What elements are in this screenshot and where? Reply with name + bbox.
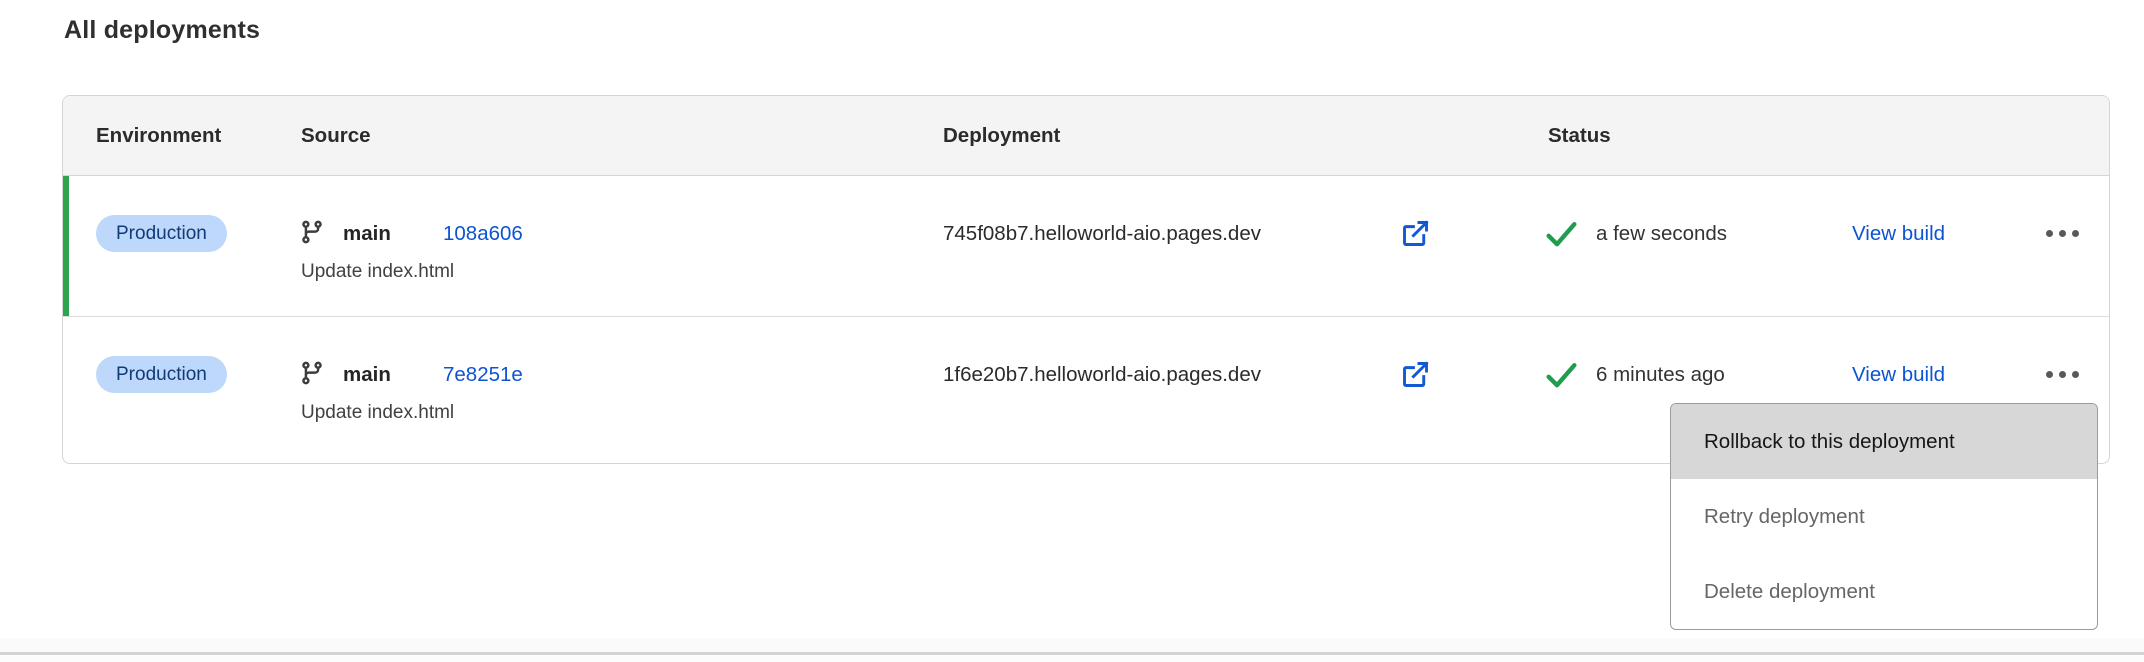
branch-name: main — [343, 215, 391, 252]
ellipsis-menu-icon[interactable] — [2035, 356, 2089, 393]
table-row: Production main 108a606 Update index.htm… — [63, 176, 2109, 316]
dot — [2072, 371, 2079, 378]
next-section-edge — [0, 655, 2144, 662]
check-success-icon — [1546, 221, 1577, 248]
view-build-link[interactable]: View build — [1852, 215, 1945, 252]
branch-name: main — [343, 356, 391, 393]
menu-item-delete[interactable]: Delete deployment — [1671, 554, 2097, 629]
current-deployment-indicator — [63, 176, 69, 316]
column-header-deployment: Deployment — [943, 96, 1060, 175]
status-time: 6 minutes ago — [1596, 356, 1725, 393]
ellipsis-menu-icon[interactable] — [2035, 215, 2089, 252]
deployment-url: 745f08b7.helloworld-aio.pages.dev — [943, 215, 1261, 252]
table-header-row: Environment Source Deployment Status — [63, 96, 2109, 176]
column-header-environment: Environment — [96, 96, 221, 175]
environment-badge: Production — [96, 215, 227, 252]
dot — [2059, 230, 2066, 237]
dot — [2059, 371, 2066, 378]
commit-message: Update index.html — [301, 258, 454, 286]
dot — [2046, 230, 2053, 237]
check-success-icon — [1546, 362, 1577, 389]
external-link-icon[interactable] — [1399, 358, 1432, 391]
git-branch-icon — [299, 219, 325, 245]
section-divider-band — [0, 638, 2144, 652]
environment-badge: Production — [96, 356, 227, 393]
status-time: a few seconds — [1596, 215, 1727, 252]
commit-message: Update index.html — [301, 399, 454, 427]
deployment-url: 1f6e20b7.helloworld-aio.pages.dev — [943, 356, 1261, 393]
git-branch-icon — [299, 360, 325, 386]
external-link-icon[interactable] — [1399, 217, 1432, 250]
column-header-source: Source — [301, 96, 371, 175]
dot — [2072, 230, 2079, 237]
commit-link[interactable]: 108a606 — [443, 215, 523, 252]
view-build-link[interactable]: View build — [1852, 356, 1945, 393]
menu-item-rollback[interactable]: Rollback to this deployment — [1671, 404, 2097, 479]
deployment-context-menu: Rollback to this deployment Retry deploy… — [1670, 403, 2098, 630]
column-header-status: Status — [1548, 96, 1611, 175]
dot — [2046, 371, 2053, 378]
page-title: All deployments — [64, 16, 260, 45]
commit-link[interactable]: 7e8251e — [443, 356, 523, 393]
menu-item-retry[interactable]: Retry deployment — [1671, 479, 2097, 554]
